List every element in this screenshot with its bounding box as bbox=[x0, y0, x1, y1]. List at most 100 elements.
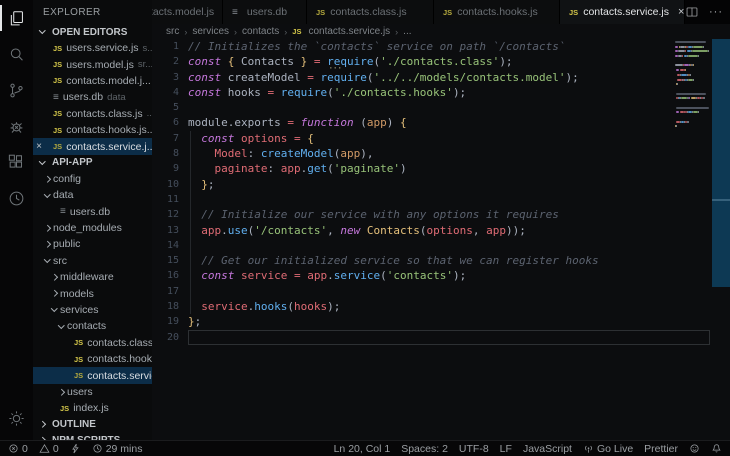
tree-item-models[interactable]: models bbox=[33, 285, 152, 301]
code-line-18[interactable]: 18 service.hooks(hooks); bbox=[152, 299, 730, 314]
debug-icon[interactable] bbox=[0, 108, 33, 144]
workspace-header[interactable]: API-APP bbox=[33, 155, 152, 171]
open-editor-users.db[interactable]: ≡users.dbdata bbox=[33, 89, 152, 105]
npm-scripts-section[interactable]: NPM SCRIPTS bbox=[33, 433, 152, 440]
tab-contacts.model.js[interactable]: contacts.model.js bbox=[152, 0, 223, 24]
chevron-down-icon bbox=[37, 162, 48, 164]
code-line-15[interactable]: 15 // Get our initialized service so tha… bbox=[152, 253, 730, 268]
editor-group: contacts.model.js≡users.dbJScontacts.cla… bbox=[152, 0, 730, 440]
status-bell-icon[interactable] bbox=[711, 443, 722, 454]
code-line-1[interactable]: 1// Initializes the `contacts` service o… bbox=[152, 39, 730, 54]
code-line-14[interactable]: 14 bbox=[152, 238, 730, 253]
search-icon[interactable] bbox=[0, 36, 33, 72]
breadcrumb-file[interactable]: JScontacts.service.js bbox=[292, 26, 390, 37]
status-ln-20-col-1[interactable]: Ln 20, Col 1 bbox=[334, 443, 391, 455]
code-line-8[interactable]: 8 Model: createModel(app), bbox=[152, 146, 730, 161]
code-line-6[interactable]: 6module.exports = function (app) { bbox=[152, 115, 730, 130]
indent-guide bbox=[190, 131, 191, 315]
tree-item-index.js[interactable]: JSindex.js bbox=[33, 400, 152, 416]
outline-section[interactable]: OUTLINE bbox=[33, 417, 152, 433]
open-editor-contacts.class.js[interactable]: JScontacts.class.js... bbox=[33, 106, 152, 122]
status-spaces-2[interactable]: Spaces: 2 bbox=[401, 443, 448, 455]
status-29-mins[interactable]: 29 mins bbox=[92, 443, 143, 455]
chevron-down-icon bbox=[37, 31, 48, 33]
code-line-13[interactable]: 13 app.use('/contacts', new Contacts(opt… bbox=[152, 223, 730, 238]
tree-item-services[interactable]: services bbox=[33, 302, 152, 318]
tab-contacts.service.js[interactable]: JScontacts.service.js× bbox=[560, 0, 685, 24]
tree-item-contacts.hooks.js[interactable]: JScontacts.hooks.js bbox=[33, 351, 152, 367]
close-tab-icon[interactable]: × bbox=[678, 6, 684, 18]
open-editors-header[interactable]: OPEN EDITORS bbox=[33, 24, 152, 40]
tree-item-contacts.class.js[interactable]: JScontacts.class.js bbox=[33, 335, 152, 351]
source-control-icon[interactable] bbox=[0, 72, 33, 108]
line-number: 14 bbox=[152, 238, 188, 253]
tree-item-config[interactable]: config bbox=[33, 171, 152, 187]
open-editor-contacts.model.j...[interactable]: JScontacts.model.j... bbox=[33, 73, 152, 89]
code-line-3[interactable]: 3const createModel = require('../../mode… bbox=[152, 70, 730, 85]
chevron-right-icon bbox=[49, 275, 60, 280]
code-editor[interactable]: 1// Initializes the `contacts` service o… bbox=[152, 39, 730, 440]
settings-gear-icon[interactable] bbox=[0, 400, 33, 436]
status-utf-8[interactable]: UTF-8 bbox=[459, 443, 489, 455]
status-0[interactable]: 0 bbox=[8, 443, 28, 455]
time-tracker-icon[interactable] bbox=[0, 180, 33, 216]
line-number: 4 bbox=[152, 85, 188, 100]
chevron-down-icon bbox=[49, 309, 60, 311]
code-line-20[interactable]: 20 bbox=[152, 330, 730, 345]
extensions-icon[interactable] bbox=[0, 144, 33, 180]
file-tree: configdata≡users.dbnode_modulespublicsrc… bbox=[33, 171, 152, 417]
status-0[interactable]: 0 bbox=[39, 443, 59, 455]
status-go-live[interactable]: Go Live bbox=[583, 443, 633, 455]
code-line-12[interactable]: 12 // Initialize our service with any op… bbox=[152, 207, 730, 222]
tab-contacts.class.js[interactable]: JScontacts.class.js bbox=[307, 0, 434, 24]
status-javascript[interactable]: JavaScript bbox=[523, 443, 572, 455]
js-file-icon: JS bbox=[53, 126, 62, 135]
line-number: 15 bbox=[152, 253, 188, 268]
status-prettier[interactable]: Prettier bbox=[644, 443, 678, 455]
code-line-2[interactable]: 2const { Contacts } = require('./contact… bbox=[152, 54, 730, 69]
split-editor-button[interactable] bbox=[685, 5, 699, 19]
tab-contacts.hooks.js[interactable]: JScontacts.hooks.js bbox=[434, 0, 560, 24]
tree-item-contacts[interactable]: contacts bbox=[33, 318, 152, 334]
code-line-5[interactable]: 5 bbox=[152, 100, 730, 115]
status-lightning-icon[interactable] bbox=[70, 443, 81, 454]
breadcrumb-item-contacts[interactable]: contacts bbox=[242, 26, 279, 37]
js-file-icon: JS bbox=[53, 60, 62, 69]
tree-item-data[interactable]: data bbox=[33, 187, 152, 203]
open-editor-contacts.hooks.js...[interactable]: JScontacts.hooks.js... bbox=[33, 122, 152, 138]
tab-users.db[interactable]: ≡users.db bbox=[223, 0, 307, 24]
tree-item-src[interactable]: src bbox=[33, 253, 152, 269]
explorer-icon[interactable] bbox=[0, 0, 33, 36]
code-line-4[interactable]: 4const hooks = require('./contacts.hooks… bbox=[152, 85, 730, 100]
code-line-16[interactable]: 16 const service = app.service('contacts… bbox=[152, 268, 730, 283]
tree-item-contacts.service.js[interactable]: JScontacts.service.js bbox=[33, 367, 152, 383]
breadcrumb-item-services[interactable]: services bbox=[192, 26, 229, 37]
breadcrumb-symbol[interactable]: ... bbox=[403, 26, 411, 37]
code-line-7[interactable]: 7 const options = { bbox=[152, 131, 730, 146]
tabs: contacts.model.js≡users.dbJScontacts.cla… bbox=[152, 0, 685, 24]
status-smiley-icon[interactable] bbox=[689, 443, 700, 454]
tree-item-users.db[interactable]: ≡users.db bbox=[33, 204, 152, 220]
code-line-17[interactable]: 17 bbox=[152, 284, 730, 299]
tree-item-users[interactable]: users bbox=[33, 384, 152, 400]
minimap[interactable] bbox=[675, 41, 710, 135]
more-actions-button[interactable]: ··· bbox=[709, 6, 723, 18]
code-line-19[interactable]: 19}; bbox=[152, 314, 730, 329]
open-editor-contacts.service.j...[interactable]: ×JScontacts.service.j... bbox=[33, 138, 152, 154]
status-right: Ln 20, Col 1 Spaces: 2 UTF-8 LF JavaScript Go… bbox=[323, 443, 722, 455]
db-file-icon: ≡ bbox=[60, 206, 66, 217]
open-editor-users.service.js[interactable]: JSusers.service.jss... bbox=[33, 40, 152, 56]
code-line-11[interactable]: 11 bbox=[152, 192, 730, 207]
close-icon[interactable]: × bbox=[33, 141, 45, 152]
tab-bar: contacts.model.js≡users.dbJScontacts.cla… bbox=[152, 0, 730, 24]
tree-item-public[interactable]: public bbox=[33, 236, 152, 252]
open-editor-users.model.js[interactable]: JSusers.model.jssr... bbox=[33, 56, 152, 72]
breadcrumb-item-src[interactable]: src bbox=[166, 26, 179, 37]
code-line-10[interactable]: 10 }; bbox=[152, 177, 730, 192]
status-left: 00 29 mins bbox=[8, 443, 153, 455]
tree-item-node-modules[interactable]: node_modules bbox=[33, 220, 152, 236]
status-lf[interactable]: LF bbox=[500, 443, 512, 455]
tree-item-middleware[interactable]: middleware bbox=[33, 269, 152, 285]
code-line-9[interactable]: 9 paginate: app.get('paginate') bbox=[152, 161, 730, 176]
scrollbar[interactable] bbox=[712, 39, 730, 287]
